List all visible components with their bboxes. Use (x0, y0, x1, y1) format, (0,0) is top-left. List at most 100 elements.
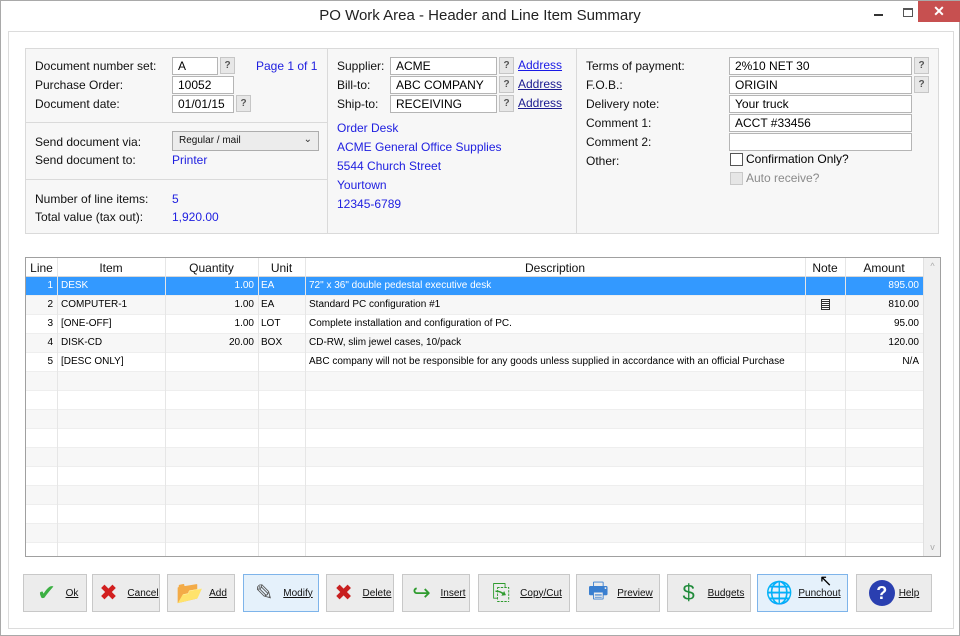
add-button[interactable]: 📂 Add (167, 574, 235, 612)
table-row[interactable]: 1 DESK 1.00 EA 72" x 36" double pedestal exe… (26, 277, 923, 296)
supplier-lookup-button[interactable]: ? (499, 57, 514, 74)
folder-add-icon: 📂 (176, 580, 204, 605)
cell-unit: EA (261, 299, 275, 310)
send-to-label: Send document to: (35, 153, 136, 167)
line-items-label: Number of line items: (35, 192, 149, 206)
terms-input[interactable]: 2%10 NET 30 (729, 57, 912, 75)
column-divider (576, 49, 577, 233)
copy-cut-button[interactable]: ⎘ Copy/Cut (478, 574, 570, 612)
empty-table-row[interactable] (26, 505, 923, 524)
empty-table-row[interactable] (26, 524, 923, 543)
column-divider (305, 258, 306, 556)
close-button[interactable]: ✕ (918, 1, 960, 22)
confirmation-only-checkbox[interactable] (730, 153, 743, 166)
other-label: Other: (586, 154, 620, 168)
ok-button[interactable]: ✔ Ok (23, 574, 87, 612)
column-header-description[interactable]: Description (305, 261, 805, 275)
comment1-label: Comment 1: (586, 116, 652, 130)
cell-line: 3 (47, 318, 53, 329)
table-row[interactable]: 3 [ONE-OFF] 1.00 LOT Complete installation a… (26, 315, 923, 334)
empty-table-row[interactable] (26, 429, 923, 448)
preview-button[interactable]: 🖶 Preview (576, 574, 660, 612)
empty-table-row[interactable] (26, 410, 923, 429)
column-divider (165, 258, 166, 556)
purchase-order-input[interactable]: 10052 (172, 76, 234, 94)
bill-to-lookup-button[interactable]: ? (499, 76, 514, 93)
scroll-up-icon[interactable]: ^ (924, 258, 940, 275)
empty-table-row[interactable] (26, 486, 923, 505)
ship-to-input[interactable]: RECEIVING (390, 95, 497, 113)
scroll-down-icon[interactable]: v (924, 539, 940, 556)
column-divider (805, 258, 806, 556)
empty-table-row[interactable] (26, 543, 923, 556)
cell-quantity: 1.00 (234, 318, 254, 329)
help-button[interactable]: ? Help (856, 574, 932, 612)
section-divider (26, 179, 327, 180)
fob-lookup-button[interactable]: ? (914, 76, 929, 93)
po-header-panel: Document number set: A ? Page 1 of 1 Pur… (25, 48, 939, 234)
punchout-button[interactable]: 🌐 Punchout (757, 574, 848, 612)
section-divider (26, 122, 327, 123)
button-label: Ok (65, 587, 79, 599)
column-header-note[interactable]: Note (805, 261, 845, 275)
comment1-input[interactable]: ACCT #33456 (729, 114, 912, 132)
send-via-label: Send document via: (35, 135, 142, 149)
doc-date-input[interactable]: 01/01/15 (172, 95, 234, 113)
column-header-item[interactable]: Item (57, 261, 165, 275)
doc-number-set-input[interactable]: A (172, 57, 218, 75)
doc-date-picker-button[interactable]: ? (236, 95, 251, 112)
column-header-amount[interactable]: Amount (845, 261, 923, 275)
delete-button[interactable]: ✖ Delete (326, 574, 394, 612)
table-row[interactable]: 5 [DESC ONLY] ABC company will not be resp… (26, 353, 923, 372)
empty-table-row[interactable] (26, 448, 923, 467)
supplier-address-link[interactable]: Address (518, 58, 562, 72)
cell-item: [DESC ONLY] (61, 356, 124, 367)
line-items-grid[interactable]: Line Item Quantity Unit Description Note… (25, 257, 941, 557)
purchase-order-label: Purchase Order: (35, 78, 124, 92)
terms-lookup-button[interactable]: ? (914, 57, 929, 74)
cancel-button[interactable]: ✖ Cancel (92, 574, 160, 612)
delivery-note-label: Delivery note: (586, 97, 660, 111)
column-header-quantity[interactable]: Quantity (165, 261, 258, 275)
modify-button[interactable]: ✎ Modify (243, 574, 319, 612)
column-header-line[interactable]: Line (26, 261, 57, 275)
title-bar[interactable]: PO Work Area - Header and Line Item Summ… (1, 1, 960, 31)
auto-receive-label: Auto receive? (746, 171, 820, 185)
table-row[interactable]: 4 DISK-CD 20.00 BOX CD-RW, slim jewel cases,… (26, 334, 923, 353)
comment2-input[interactable] (729, 133, 912, 151)
cell-quantity: 1.00 (234, 299, 254, 310)
supplier-input[interactable]: ACME (390, 57, 497, 75)
empty-table-row[interactable] (26, 372, 923, 391)
delivery-note-input[interactable]: Your truck (729, 95, 912, 113)
budgets-button[interactable]: $ Budgets (667, 574, 751, 612)
send-via-select[interactable]: Regular / mail ⌄ (172, 131, 319, 151)
fob-input[interactable]: ORIGIN (729, 76, 912, 94)
send-via-selected: Regular / mail (179, 135, 241, 146)
insert-button[interactable]: ↪ Insert (402, 574, 470, 612)
empty-table-row[interactable] (26, 391, 923, 410)
doc-number-set-lookup-button[interactable]: ? (220, 57, 235, 74)
button-label: Add (209, 587, 227, 599)
cell-unit: BOX (261, 337, 283, 348)
table-row[interactable]: 2 COMPUTER-1 1.00 EA Standard PC configurati… (26, 296, 923, 315)
ship-to-address-link[interactable]: Address (518, 96, 562, 110)
address-line: Yourtown (337, 178, 387, 192)
globe-icon: 🌐 (765, 580, 794, 605)
mouse-pointer-icon: ↖ (819, 573, 833, 590)
ship-to-lookup-button[interactable]: ? (499, 95, 514, 112)
close-icon: ✕ (933, 3, 945, 19)
grid-vertical-scrollbar[interactable]: ^ v (923, 258, 940, 556)
help-icon: ? (868, 580, 895, 606)
bill-to-address-link[interactable]: Address (518, 77, 562, 91)
note-document-icon[interactable] (820, 299, 830, 310)
address-line: ACME General Office Supplies (337, 140, 502, 154)
empty-table-row[interactable] (26, 467, 923, 486)
send-to-value: Printer (172, 153, 208, 167)
minimize-button[interactable] (863, 1, 893, 23)
column-header-unit[interactable]: Unit (258, 261, 305, 275)
confirmation-only-label[interactable]: Confirmation Only? (746, 152, 849, 166)
auto-receive-checkbox[interactable] (730, 172, 743, 185)
address-line: 12345-6789 (337, 197, 402, 211)
cell-line: 2 (47, 299, 53, 310)
bill-to-input[interactable]: ABC COMPANY (390, 76, 497, 94)
